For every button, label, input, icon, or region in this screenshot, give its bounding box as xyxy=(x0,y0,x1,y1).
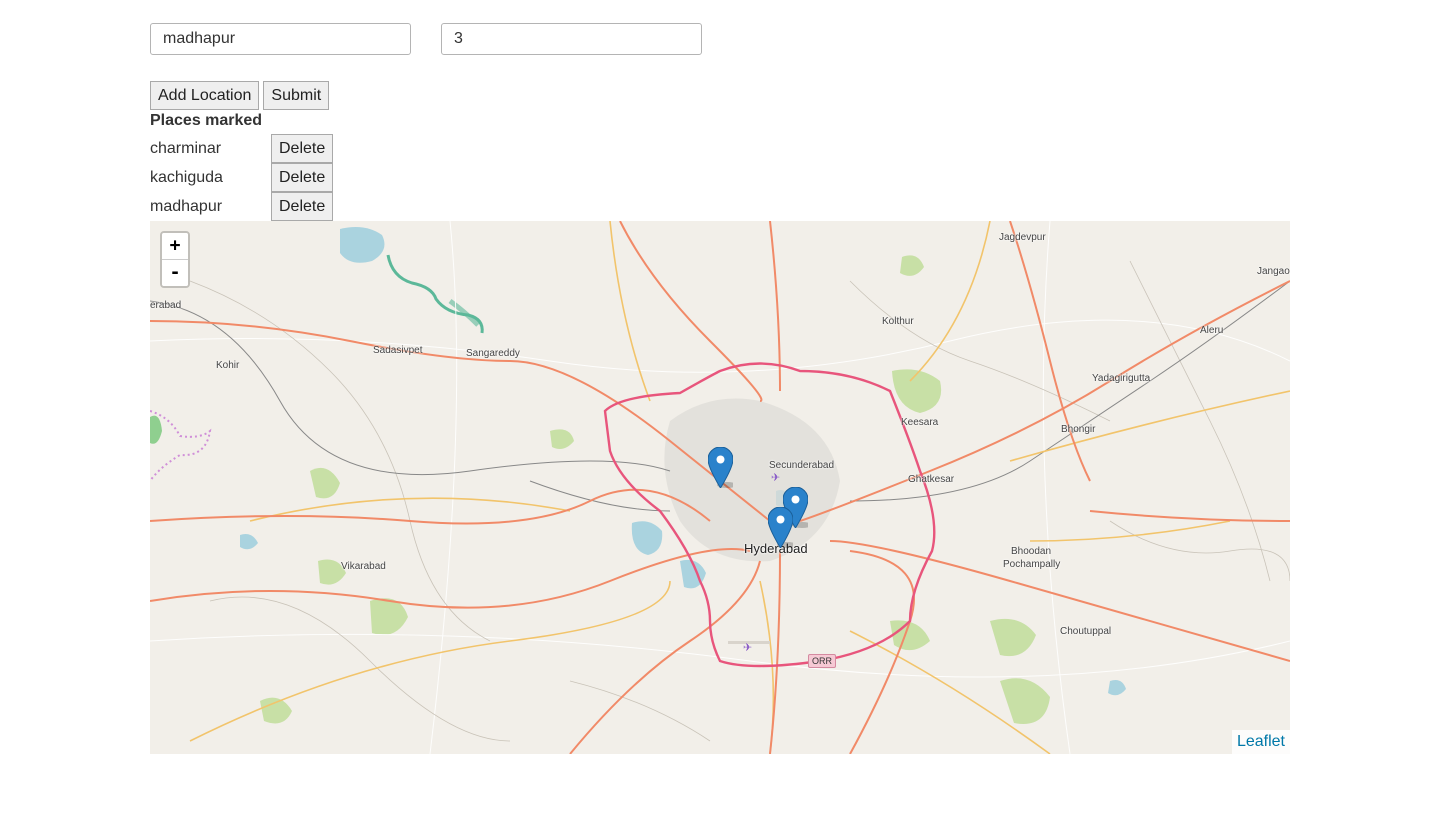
map-label-yadagirigutta: Yadagirigutta xyxy=(1092,373,1151,384)
map-marker-madhapur[interactable] xyxy=(708,447,733,488)
map-label-keesara: Keesara xyxy=(901,417,939,428)
zoom-out-button[interactable]: - xyxy=(162,259,188,286)
map-label-sadasivpet: Sadasivpet xyxy=(373,345,423,356)
map-label-secunderabad: Secunderabad xyxy=(769,460,835,471)
delete-button[interactable]: Delete xyxy=(271,192,334,221)
map-label-choutuppal: Choutuppal xyxy=(1060,626,1112,637)
map-label-bhongir: Bhongir xyxy=(1061,424,1096,435)
map-label-sangareddy: Sangareddy xyxy=(466,348,520,359)
add-location-button[interactable]: Add Location xyxy=(150,81,260,110)
place-name: charminar xyxy=(150,139,222,157)
form-actions: Add Location Submit xyxy=(150,81,330,110)
map-label-ghatkesar: Ghatkesar xyxy=(908,474,955,485)
map-label-kohir: Kohir xyxy=(216,360,240,371)
map-attribution: Leaflet xyxy=(1231,730,1290,754)
list-item: madhapur Delete xyxy=(150,192,334,221)
zoom-in-button[interactable]: + xyxy=(162,233,188,259)
airport-icon: ✈ xyxy=(771,472,781,484)
place-name: kachiguda xyxy=(150,168,223,186)
delete-button[interactable]: Delete xyxy=(271,163,334,192)
place-name: madhapur xyxy=(150,197,223,215)
list-item: charminar Delete xyxy=(150,134,334,163)
places-list: charminar Delete kachiguda Delete madhap… xyxy=(150,134,334,221)
airport-icon: ✈ xyxy=(743,642,753,654)
map-label-jagdevpur: Jagdevpur xyxy=(999,232,1046,243)
places-heading: Places marked xyxy=(150,112,263,129)
map-label-aleru: Aleru xyxy=(1200,325,1224,336)
map[interactable]: Jagdevpur Jangao erabad Kolthur Aleru Sa… xyxy=(150,221,1290,754)
map-marker-charminar[interactable] xyxy=(768,507,793,548)
submit-button[interactable]: Submit xyxy=(263,81,330,110)
delete-button[interactable]: Delete xyxy=(271,134,334,163)
location-input[interactable] xyxy=(150,23,411,55)
zoom-control: + - xyxy=(160,231,190,288)
orr-badge: ORR xyxy=(808,654,836,668)
page: Add Location Submit Places marked charmi… xyxy=(0,0,1440,820)
map-label-bhoodan: Bhoodan xyxy=(1011,546,1052,557)
map-label-vikarabad: Vikarabad xyxy=(341,561,386,572)
map-label-kolthur: Kolthur xyxy=(882,316,914,327)
list-item: kachiguda Delete xyxy=(150,163,334,192)
count-input[interactable] xyxy=(441,23,702,55)
leaflet-link[interactable]: Leaflet xyxy=(1237,733,1285,750)
map-label-pochampally: Pochampally xyxy=(1003,559,1061,570)
map-label-erabad: erabad xyxy=(150,300,182,311)
map-label-jangaon: Jangao xyxy=(1257,266,1290,277)
form-inputs xyxy=(150,23,702,55)
